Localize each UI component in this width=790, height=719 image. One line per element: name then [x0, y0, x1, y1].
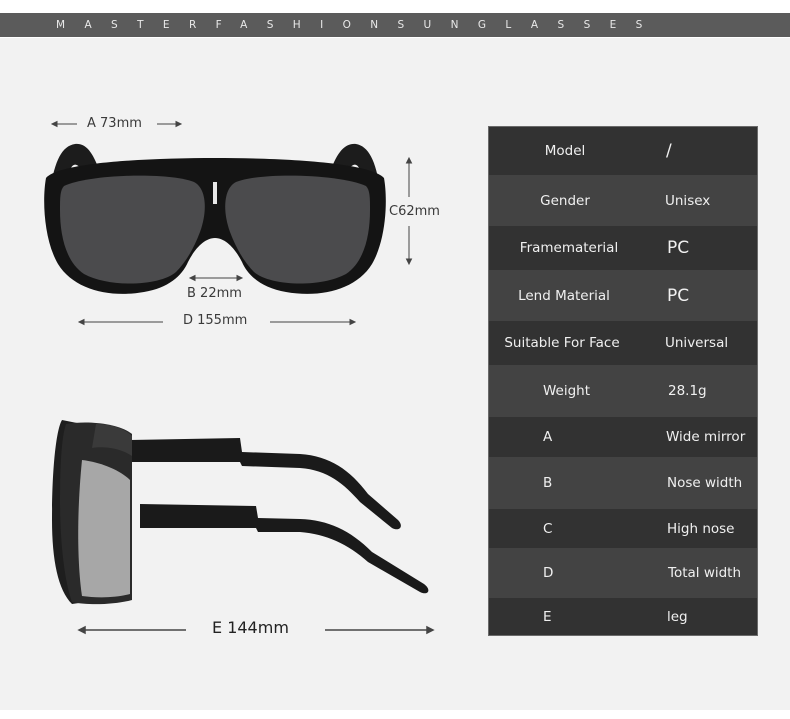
- spec-row-b: B Nose width: [489, 457, 757, 509]
- spec-table: Model / Gender Unisex Framematerial PC L…: [489, 127, 757, 635]
- spec-value: High nose: [667, 520, 735, 537]
- spec-value: Wide mirror: [666, 429, 746, 445]
- spec-label: B: [543, 475, 553, 491]
- spec-value: leg: [667, 608, 688, 625]
- spec-value: 28.1g: [668, 383, 707, 399]
- spec-value: Unisex: [665, 192, 711, 209]
- spec-row-frame-material: Framematerial PC: [489, 226, 757, 270]
- spec-label: Suitable For Face: [504, 335, 620, 351]
- spec-label: Gender: [540, 192, 590, 209]
- spec-label: Model: [544, 143, 586, 159]
- spec-row-a: A Wide mirror: [489, 417, 757, 457]
- spec-value: /: [666, 141, 672, 161]
- spec-label: Lend Material: [518, 287, 610, 304]
- spec-value: Nose width: [667, 475, 743, 491]
- spec-label: C: [543, 520, 553, 537]
- spec-row-gender: Gender Unisex: [489, 175, 757, 226]
- spec-row-e: E leg: [489, 598, 757, 635]
- spec-row-weight: Weight 28.1g: [489, 365, 757, 417]
- spec-value: PC: [667, 238, 690, 258]
- spec-value: PC: [667, 285, 690, 306]
- spec-row-c: C High nose: [489, 509, 757, 548]
- dimension-e-label: E 144mm: [212, 618, 289, 637]
- spec-row-lens-material: Lend Material PC: [489, 270, 757, 321]
- spec-value: Universal: [665, 335, 729, 351]
- spec-label: A: [543, 429, 553, 445]
- spec-row-model: Model /: [489, 127, 757, 175]
- spec-row-d: D Total width: [489, 548, 757, 598]
- spec-label: D: [543, 565, 554, 581]
- spec-label: E: [543, 608, 552, 625]
- spec-label: Framematerial: [519, 240, 619, 256]
- spec-row-face-shape: Suitable For Face Universal: [489, 321, 757, 365]
- spec-value: Total width: [668, 565, 742, 581]
- spec-label: Weight: [543, 383, 591, 399]
